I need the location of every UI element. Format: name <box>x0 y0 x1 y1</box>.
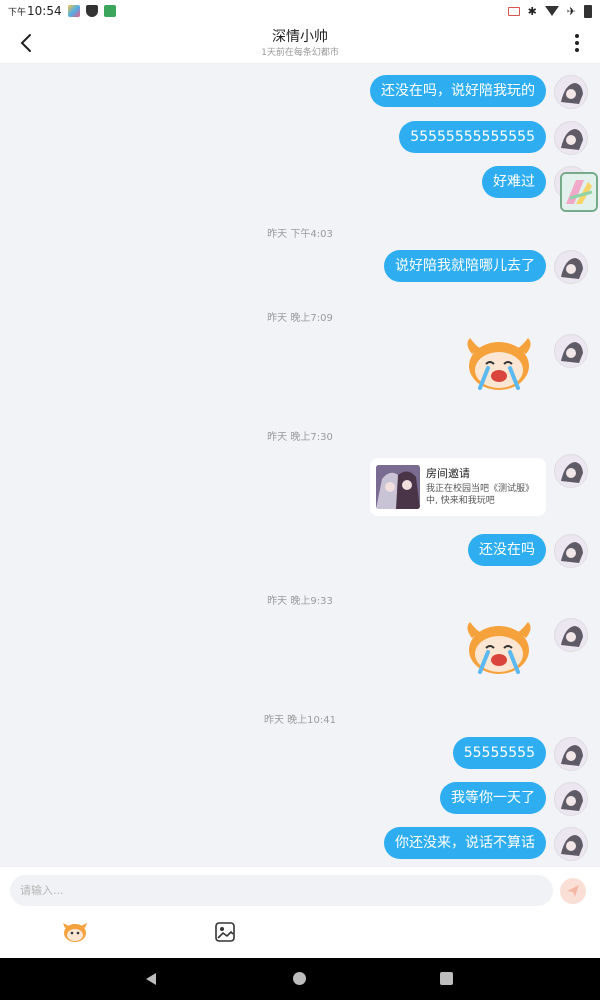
chat-subtitle: 1天前在每条幻都市 <box>261 48 339 58</box>
image-icon[interactable] <box>214 921 236 943</box>
message-input[interactable] <box>10 875 553 906</box>
battery-icon <box>584 4 592 18</box>
avatar[interactable] <box>554 782 588 816</box>
avatar[interactable] <box>554 334 588 368</box>
avatar[interactable] <box>554 827 588 861</box>
nav-back-icon[interactable] <box>144 971 158 990</box>
system-nav-bar <box>0 958 600 1000</box>
photos-icon <box>67 5 80 17</box>
message-bubble[interactable]: 55555555555555 <box>399 121 546 153</box>
message-bubble[interactable]: 我等你一天了 <box>440 782 546 814</box>
shield-icon <box>85 5 98 17</box>
more-vertical-icon[interactable] <box>564 30 590 56</box>
message-row: 55555555555555 <box>399 121 588 155</box>
input-area <box>0 866 600 958</box>
bluetooth-icon: ✱ <box>527 4 537 18</box>
message-row: 还没在吗 <box>468 534 588 568</box>
timestamp: 昨天 晚上10:41 <box>264 715 336 726</box>
message-bubble[interactable]: 你还没来，说话不算话 <box>384 827 546 859</box>
avatar[interactable] <box>554 618 588 652</box>
avatar[interactable] <box>554 534 588 568</box>
message-bubble[interactable]: 还没在吗 <box>468 534 546 566</box>
message-row: 我等你一天了 <box>440 782 588 816</box>
avatar[interactable] <box>554 250 588 284</box>
cast-icon <box>507 6 520 16</box>
status-bar: 下午 10:54 ✱ ✈ <box>0 0 600 22</box>
message-row: 55555555 <box>452 737 588 771</box>
message-row: 房间邀请 我正在校园当吧《测试服》中, 快来和我玩吧 <box>370 454 588 516</box>
avatar[interactable] <box>554 454 588 488</box>
timestamp: 昨天 晚上7:30 <box>267 432 333 443</box>
floating-widget-icon[interactable] <box>560 172 598 212</box>
chat-title: 深情小帅 <box>272 29 328 45</box>
avatar[interactable] <box>554 75 588 109</box>
wifi-icon <box>544 6 559 16</box>
send-icon[interactable] <box>560 878 586 904</box>
card-title: 房间邀请 <box>426 467 470 480</box>
airplane-icon: ✈ <box>566 4 576 18</box>
timestamp: 昨天 晚上7:09 <box>267 313 333 324</box>
nav-home-icon[interactable] <box>293 972 306 985</box>
nav-recents-icon[interactable] <box>440 972 453 985</box>
message-row: 说好陪我就陪哪儿去了 <box>384 250 588 284</box>
avatar[interactable] <box>554 737 588 771</box>
message-row: 还没在吗，说好陪我玩的 <box>370 75 588 109</box>
app-bar: 深情小帅 1天前在每条幻都市 <box>0 22 600 64</box>
crying-sticker-icon[interactable] <box>458 618 540 678</box>
message-bubble[interactable]: 好难过 <box>482 166 546 198</box>
timestamp: 昨天 晚上9:33 <box>267 596 333 607</box>
avatar[interactable] <box>554 121 588 155</box>
card-thumbnail <box>376 465 420 509</box>
message-row <box>458 334 588 394</box>
emoji-sticker-icon[interactable] <box>62 920 88 944</box>
message-bubble[interactable]: 说好陪我就陪哪儿去了 <box>384 250 546 282</box>
android-icon <box>103 5 116 17</box>
message-row <box>458 618 588 678</box>
status-ampm: 下午 <box>8 7 27 18</box>
message-bubble[interactable]: 55555555 <box>452 737 546 769</box>
card-description: 我正在校园当吧《测试服》中, 快来和我玩吧 <box>426 484 535 506</box>
crying-sticker-icon[interactable] <box>458 334 540 394</box>
timestamp: 昨天 下午4:03 <box>267 229 333 240</box>
message-row: 你还没来，说话不算话 <box>384 827 588 861</box>
message-bubble[interactable]: 还没在吗，说好陪我玩的 <box>370 75 546 107</box>
status-time: 10:54 <box>27 4 62 18</box>
room-invite-card[interactable]: 房间邀请 我正在校园当吧《测试服》中, 快来和我玩吧 <box>370 458 546 516</box>
chat-messages[interactable]: 还没在吗，说好陪我玩的 55555555555555 好难过 昨天 下午4:03… <box>0 64 600 866</box>
